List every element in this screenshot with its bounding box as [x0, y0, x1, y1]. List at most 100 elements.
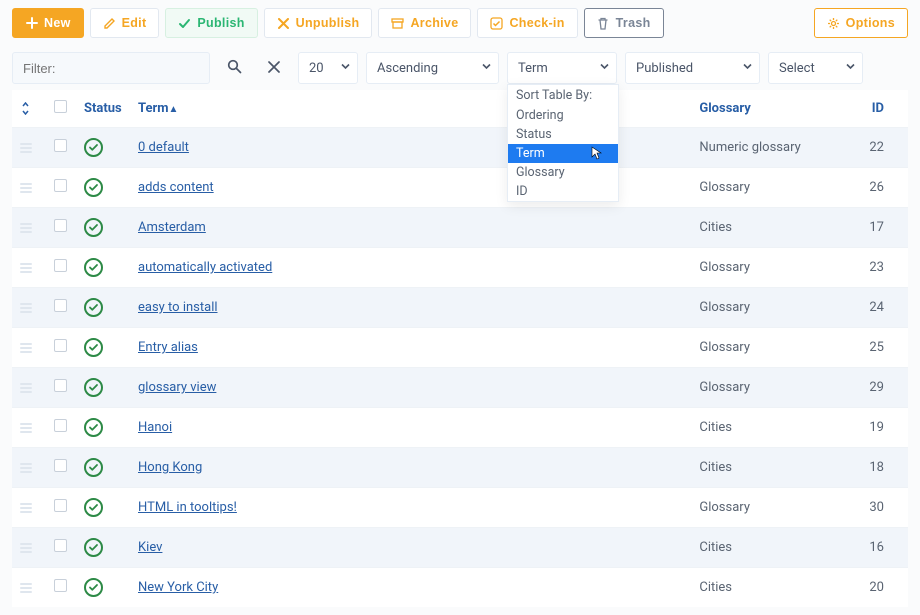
dropdown-option[interactable]: Ordering	[508, 106, 618, 125]
state-select[interactable]: Published	[625, 52, 760, 84]
row-checkbox[interactable]	[54, 139, 67, 152]
new-button[interactable]: New	[12, 8, 84, 38]
status-published-icon[interactable]	[84, 258, 103, 277]
row-checkbox[interactable]	[54, 499, 67, 512]
row-checkbox[interactable]	[54, 339, 67, 352]
filter-input[interactable]	[12, 52, 210, 84]
dropdown-option[interactable]: Term	[508, 144, 618, 163]
status-published-icon[interactable]	[84, 298, 103, 317]
new-label: New	[44, 16, 71, 30]
drag-handle-icon[interactable]	[20, 503, 38, 513]
dropdown-option[interactable]: Status	[508, 125, 618, 144]
sort-icon[interactable]	[20, 102, 38, 115]
drag-handle-icon[interactable]	[20, 303, 38, 313]
term-link[interactable]: Hanoi	[138, 420, 172, 435]
category-select[interactable]: Select	[768, 52, 863, 84]
status-published-icon[interactable]	[84, 498, 103, 517]
glossary-name: Glossary	[699, 180, 750, 195]
status-published-icon[interactable]	[84, 418, 103, 437]
drag-handle-icon[interactable]	[20, 543, 38, 553]
table-row: easy to installGlossary24	[12, 288, 908, 328]
pencil-icon	[103, 17, 116, 30]
status-published-icon[interactable]	[84, 138, 103, 157]
glossary-name: Cities	[699, 540, 732, 555]
drag-handle-icon[interactable]	[20, 143, 38, 153]
col-status[interactable]: Status	[76, 90, 130, 128]
status-published-icon[interactable]	[84, 458, 103, 477]
glossary-name: Glossary	[699, 300, 750, 315]
options-button[interactable]: Options	[814, 8, 908, 38]
drag-handle-icon[interactable]	[20, 423, 38, 433]
edit-button[interactable]: Edit	[90, 8, 160, 38]
publish-button[interactable]: Publish	[165, 8, 257, 38]
checkin-button[interactable]: Check-in	[477, 8, 577, 38]
status-published-icon[interactable]	[84, 578, 103, 597]
trash-label: Trash	[616, 16, 651, 30]
term-link[interactable]: Amsterdam	[138, 220, 206, 235]
col-glossary[interactable]: Glossary	[691, 90, 861, 128]
glossary-name: Cities	[699, 580, 732, 595]
archive-label: Archive	[410, 16, 458, 30]
status-published-icon[interactable]	[84, 338, 103, 357]
row-id: 18	[861, 448, 908, 488]
row-checkbox[interactable]	[54, 219, 67, 232]
drag-handle-icon[interactable]	[20, 183, 38, 193]
table-row: AmsterdamCities17	[12, 208, 908, 248]
dropdown-option[interactable]: ID	[508, 182, 618, 201]
row-checkbox[interactable]	[54, 179, 67, 192]
row-checkbox[interactable]	[54, 419, 67, 432]
row-checkbox[interactable]	[54, 299, 67, 312]
term-link[interactable]: Hong Kong	[138, 460, 202, 475]
drag-handle-icon[interactable]	[20, 223, 38, 233]
term-link[interactable]: adds content	[138, 180, 214, 195]
status-published-icon[interactable]	[84, 218, 103, 237]
check-icon	[178, 17, 191, 30]
archive-button[interactable]: Archive	[378, 8, 471, 38]
term-link[interactable]: Entry alias	[138, 340, 198, 355]
row-checkbox[interactable]	[54, 379, 67, 392]
row-checkbox[interactable]	[54, 539, 67, 552]
row-checkbox[interactable]	[54, 259, 67, 272]
table-row: Hanoi Cities 19	[12, 408, 908, 448]
row-id: 17	[861, 208, 908, 248]
row-id: 19	[861, 408, 908, 448]
status-published-icon[interactable]	[84, 538, 103, 557]
trash-button[interactable]: Trash	[584, 8, 664, 38]
dropdown-option[interactable]: Glossary	[508, 163, 618, 182]
glossary-name: Cities	[699, 420, 732, 435]
row-checkbox[interactable]	[54, 579, 67, 592]
direction-value: Ascending	[377, 61, 438, 76]
glossary-name: Glossary	[699, 260, 750, 275]
status-published-icon[interactable]	[84, 378, 103, 397]
row-id: 25	[861, 328, 908, 368]
search-button[interactable]	[218, 52, 250, 84]
drag-handle-icon[interactable]	[20, 383, 38, 393]
unpublish-button[interactable]: Unpublish	[264, 8, 373, 38]
sort-column-select[interactable]: Term Sort Table By: OrderingStatusTermGl…	[507, 52, 617, 84]
glossary-name: Numeric glossary	[699, 140, 800, 155]
row-id: 20	[861, 568, 908, 608]
row-id: 30	[861, 488, 908, 528]
page-size-select[interactable]: 20	[298, 52, 358, 84]
clear-button[interactable]	[258, 52, 290, 84]
term-link[interactable]: Kiev	[138, 540, 162, 555]
sort-column-value: Term	[518, 61, 548, 76]
term-link[interactable]: automatically activated	[138, 260, 272, 275]
drag-handle-icon[interactable]	[20, 583, 38, 593]
row-checkbox[interactable]	[54, 459, 67, 472]
status-published-icon[interactable]	[84, 178, 103, 197]
drag-handle-icon[interactable]	[20, 343, 38, 353]
publish-label: Publish	[197, 16, 244, 30]
term-link[interactable]: easy to install	[138, 300, 218, 315]
term-link[interactable]: 0 default	[138, 140, 189, 155]
table-row: Entry aliasGlossary25	[12, 328, 908, 368]
drag-handle-icon[interactable]	[20, 463, 38, 473]
term-link[interactable]: glossary view	[138, 380, 216, 395]
select-all-checkbox[interactable]	[54, 100, 67, 113]
term-link[interactable]: New York City	[138, 580, 218, 595]
drag-handle-icon[interactable]	[20, 263, 38, 273]
unpublish-label: Unpublish	[296, 16, 360, 30]
term-link[interactable]: HTML in tooltips!	[138, 500, 237, 515]
col-id[interactable]: ID	[861, 90, 908, 128]
direction-select[interactable]: Ascending	[366, 52, 499, 84]
